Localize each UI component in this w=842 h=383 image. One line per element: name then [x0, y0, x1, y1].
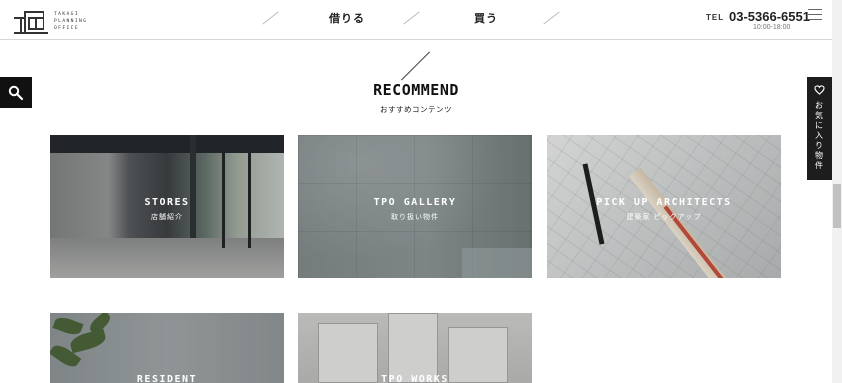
- tpo-works-card[interactable]: TPO WORKS: [298, 313, 532, 383]
- tel-number[interactable]: 03-5366-6551: [729, 9, 810, 24]
- hamburger-menu-icon[interactable]: [808, 9, 822, 21]
- pick-up-architects-card[interactable]: PICK UP ARCHITECTS 建築家 ピックアップ: [547, 135, 781, 278]
- card-subtitle: 店舗紹介: [151, 214, 183, 221]
- logo-text-line: PLANNING: [54, 19, 88, 24]
- card-subtitle: 建築家 ピックアップ: [626, 214, 702, 221]
- page-scrollbar[interactable]: [832, 0, 842, 383]
- divider-slash: [404, 9, 420, 27]
- section-title: RECOMMEND: [373, 81, 459, 99]
- logo-mark-icon: [14, 11, 48, 34]
- divider-slash: [263, 9, 279, 27]
- tel-label: TEL: [706, 13, 725, 22]
- card-title: RESIDENT: [136, 374, 198, 383]
- site-header: TAKAGI PLANNING OFFICE 借りる 買う TEL 03-536…: [0, 0, 832, 40]
- tpo-gallery-card[interactable]: TPO GALLERY 取り扱い物件: [298, 135, 532, 278]
- card-title: PICK UP ARCHITECTS: [596, 197, 732, 208]
- scrollbar-thumb[interactable]: [833, 184, 841, 228]
- card-subtitle: 取り扱い物件: [391, 214, 439, 221]
- card-title: TPO WORKS: [381, 374, 449, 383]
- card-title: STORES: [144, 197, 190, 208]
- stores-card[interactable]: STORES 店舗紹介: [50, 135, 284, 278]
- logo[interactable]: TAKAGI PLANNING OFFICE: [14, 9, 94, 35]
- divider-slash: [544, 9, 560, 27]
- heading-decoration-line: [401, 51, 430, 81]
- nav-rent-link[interactable]: 借りる: [329, 10, 365, 26]
- section-subtitle: おすすめコンテンツ: [380, 105, 452, 114]
- resident-card[interactable]: RESIDENT: [50, 313, 284, 383]
- card-title: TPO GALLERY: [373, 197, 457, 208]
- card-overlay: [298, 313, 532, 383]
- card-overlay: [50, 313, 284, 383]
- tel-hours: 10:00-18:00: [753, 24, 791, 31]
- logo-text-line: OFFICE: [54, 26, 79, 31]
- logo-text-line: TAKAGI: [54, 12, 79, 17]
- nav-buy-link[interactable]: 買う: [474, 10, 498, 26]
- logo-text: TAKAGI PLANNING OFFICE: [54, 11, 100, 32]
